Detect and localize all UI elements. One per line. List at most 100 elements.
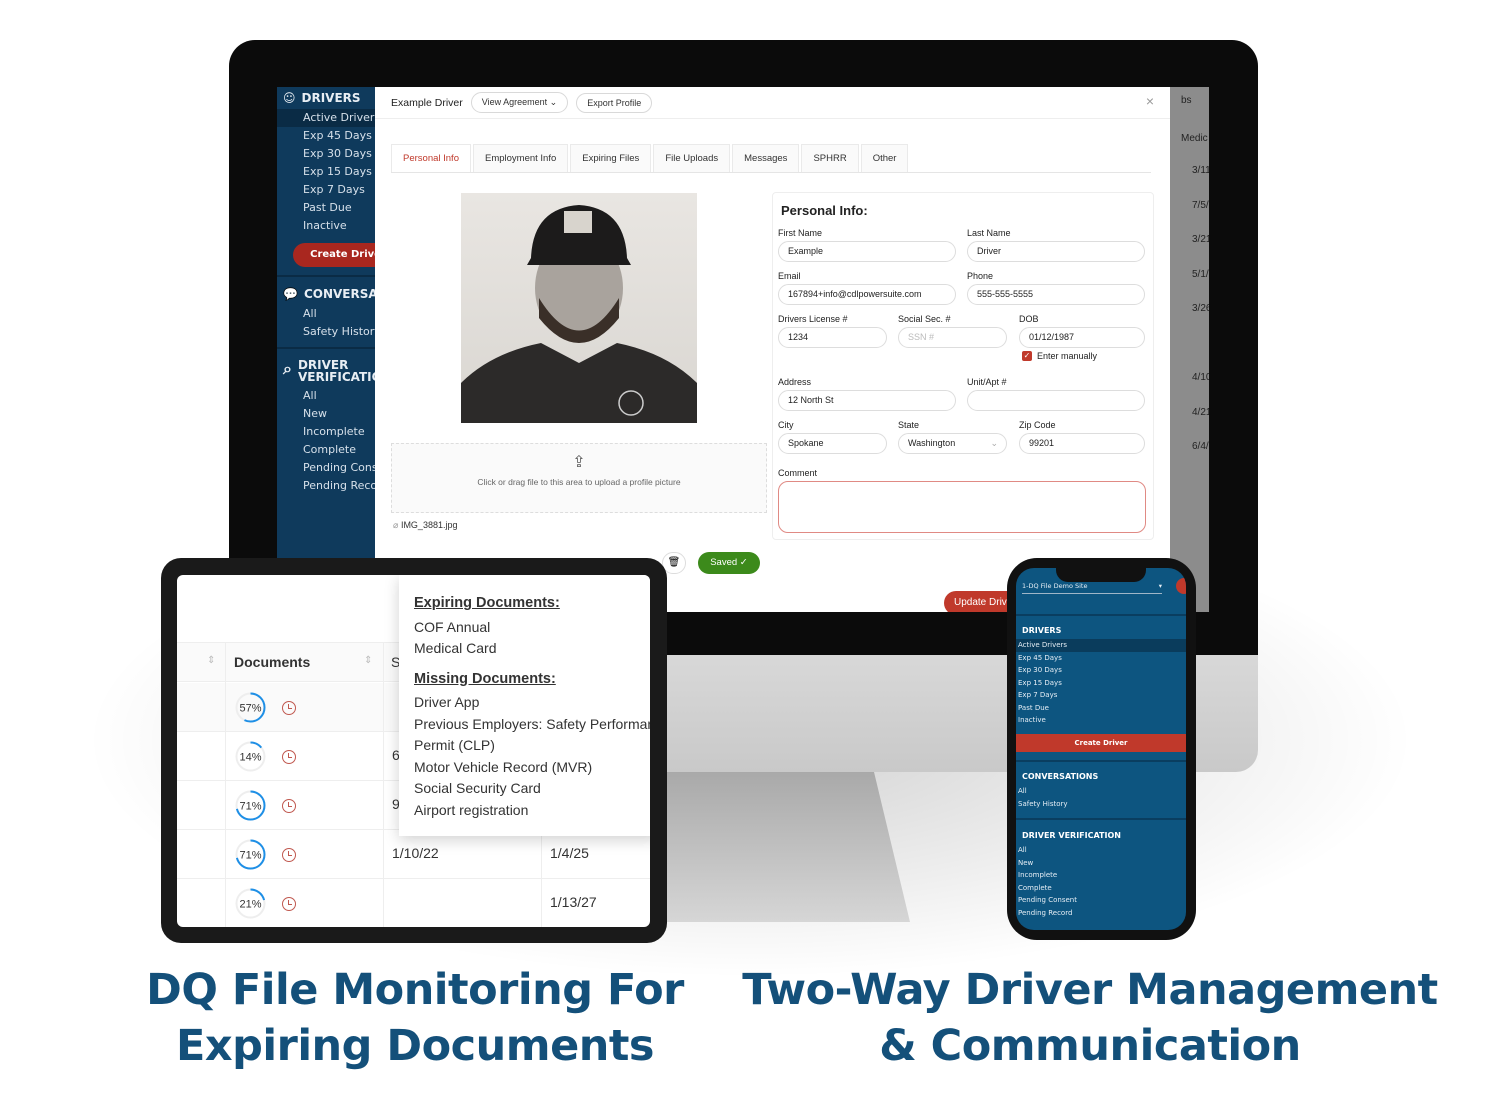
- menu-item-conversations[interactable]: All: [1016, 785, 1186, 798]
- sidebar-item-conversations[interactable]: Safety History: [277, 323, 375, 341]
- ssn-label: Social Sec. #: [898, 314, 951, 324]
- menu-item-verification[interactable]: New: [1016, 857, 1186, 870]
- menu-item-drivers[interactable]: Exp 30 Days: [1016, 664, 1186, 677]
- first-name-input[interactable]: Example: [778, 241, 956, 262]
- sidebar-item-drivers[interactable]: Exp 45 Days: [277, 127, 375, 145]
- table-cell: 5/1/24: [1192, 268, 1209, 280]
- sort-icon[interactable]: ⇕: [207, 655, 215, 666]
- menu-item-verification[interactable]: All: [1016, 844, 1186, 857]
- zip-input[interactable]: 99201: [1019, 433, 1145, 454]
- sidebar-item-drivers[interactable]: Exp 15 Days: [277, 163, 375, 181]
- clock-icon[interactable]: [282, 701, 296, 715]
- email-label: Email: [778, 271, 801, 281]
- clock-icon[interactable]: [282, 799, 296, 813]
- city-input[interactable]: Spokane: [778, 433, 887, 454]
- license-input[interactable]: 1234: [778, 327, 887, 348]
- documents-column-header[interactable]: Documents: [234, 654, 310, 670]
- last-name-input[interactable]: Driver: [967, 241, 1145, 262]
- clock-icon[interactable]: [282, 750, 296, 764]
- caret-down-icon: ▾: [1158, 582, 1162, 590]
- menu-item-drivers[interactable]: Active Drivers: [1016, 639, 1186, 652]
- phone-input[interactable]: 555-555-5555: [967, 284, 1145, 305]
- sidebar-item-verification[interactable]: All: [277, 387, 375, 405]
- table-cell: 1/4/25: [550, 845, 589, 861]
- close-menu-icon[interactable]: [1176, 578, 1186, 594]
- driver-portrait: [461, 205, 697, 423]
- close-icon[interactable]: ×: [1146, 93, 1154, 109]
- trash-icon: 🗑: [667, 557, 681, 568]
- sidebar-item-verification[interactable]: Pending Consent: [277, 459, 375, 477]
- column-divider: [383, 830, 384, 879]
- menu-item-verification[interactable]: Pending Consent: [1016, 894, 1186, 907]
- tab-expiring-files[interactable]: Expiring Files: [570, 144, 652, 172]
- address-input[interactable]: 12 North St: [778, 390, 956, 411]
- menu-item-drivers[interactable]: Exp 15 Days: [1016, 677, 1186, 690]
- state-select[interactable]: Washington ⌄: [898, 433, 1007, 454]
- tab-personal-info[interactable]: Personal Info: [391, 144, 471, 172]
- comment-textarea[interactable]: [778, 481, 1146, 533]
- sidebar-item-verification[interactable]: Complete: [277, 441, 375, 459]
- conversations-heading: CONVERSATIONS: [1022, 772, 1099, 781]
- unit-input[interactable]: [967, 390, 1145, 411]
- export-profile-button[interactable]: Export Profile: [576, 92, 653, 113]
- enter-manually-checkbox[interactable]: ✓ Enter manually: [1022, 351, 1097, 361]
- menu-item-drivers[interactable]: Exp 7 Days: [1016, 689, 1186, 702]
- desktop-screen: ☺ DRIVERS Active Drivers Exp 45 Days Exp 3…: [277, 87, 1209, 612]
- sidebar-item-verification[interactable]: Pending Record: [277, 477, 375, 495]
- tab-sphrr[interactable]: SPHRR: [801, 144, 859, 172]
- table-cell: 3/21/2: [1192, 234, 1209, 245]
- tab-employment-info[interactable]: Employment Info: [472, 144, 569, 172]
- sidebar-item-drivers[interactable]: Past Due: [277, 199, 375, 217]
- dob-input[interactable]: 01/12/1987: [1019, 327, 1145, 348]
- conversations-heading: 💬 CONVERSATIONS: [283, 287, 375, 301]
- email-input[interactable]: 167894+info@cdlpowersuite.com: [778, 284, 956, 305]
- sidebar-item-drivers[interactable]: Inactive: [277, 217, 375, 235]
- profile-upload-dropzone[interactable]: ⇪ Click or drag file to this area to upl…: [391, 443, 767, 513]
- sidebar-item-conversations[interactable]: All: [277, 305, 375, 323]
- tab-other[interactable]: Other: [860, 144, 909, 172]
- clock-icon[interactable]: [282, 897, 296, 911]
- progress-label: 71%: [239, 850, 261, 862]
- drivers-heading: DRIVERS: [1022, 626, 1062, 635]
- ssn-input[interactable]: SSN #: [898, 327, 1007, 348]
- menu-item-drivers[interactable]: Inactive: [1016, 714, 1186, 727]
- menu-item-conversations[interactable]: Safety History: [1016, 798, 1186, 811]
- menu-item-drivers[interactable]: Exp 45 Days: [1016, 652, 1186, 665]
- sidebar-item-drivers[interactable]: Active Drivers: [277, 109, 375, 127]
- sidebar-item-drivers[interactable]: Exp 30 Days: [277, 145, 375, 163]
- table-row: 71% 1/10/22 1/4/25: [177, 830, 650, 879]
- tab-file-uploads[interactable]: File Uploads: [653, 144, 731, 172]
- column-divider: [383, 781, 384, 830]
- menu-item-verification[interactable]: Pending Record: [1016, 907, 1186, 920]
- sort-icon[interactable]: ⇕: [364, 655, 372, 666]
- column-divider: [225, 781, 226, 830]
- column-divider: [225, 879, 226, 927]
- progress-ring: 71%: [235, 839, 266, 870]
- missing-document: Motor Vehicle Record (MVR): [414, 758, 593, 775]
- sidebar-item-verification[interactable]: New: [277, 405, 375, 423]
- verification-menu: AllNewIncompleteCompletePending ConsentP…: [277, 387, 375, 495]
- view-agreement-button[interactable]: View Agreement ⌄: [470, 92, 569, 113]
- tab-messages[interactable]: Messages: [732, 144, 800, 172]
- background-table: bs Medic 3/11/2 7/5/24 3/21/2 5/1/24 3/26/2 4…: [1170, 87, 1209, 612]
- missing-document: Permit (CLP): [414, 737, 495, 753]
- sidebar-item-verification[interactable]: Incomplete: [277, 423, 375, 441]
- state-label: State: [898, 420, 920, 430]
- saved-button[interactable]: Saved ✓: [698, 552, 760, 574]
- menu-item-drivers[interactable]: Past Due: [1016, 702, 1186, 715]
- comment-label: Comment: [778, 468, 818, 478]
- menu-item-verification[interactable]: Complete: [1016, 882, 1186, 895]
- clock-icon[interactable]: [282, 848, 296, 862]
- create-driver-button[interactable]: Create Driver: [1016, 734, 1186, 752]
- phone-notch: [1056, 564, 1146, 582]
- table-cell: 4/10/2: [1192, 372, 1209, 383]
- attached-file[interactable]: ⌀ IMG_3881.jpg: [393, 520, 457, 531]
- menu-item-verification[interactable]: Incomplete: [1016, 869, 1186, 882]
- sidebar-item-drivers[interactable]: Exp 7 Days: [277, 181, 375, 199]
- toolbar-fragment: bs: [1181, 95, 1192, 106]
- documents-popover: Expiring Documents: COF Annual Medical Ca…: [399, 575, 650, 836]
- progress-ring: 14%: [235, 741, 266, 772]
- upload-icon: ⇪: [572, 454, 586, 471]
- modal-title: Example Driver: [391, 96, 463, 109]
- site-select[interactable]: 1-DQ File Demo Site ▾: [1022, 582, 1162, 594]
